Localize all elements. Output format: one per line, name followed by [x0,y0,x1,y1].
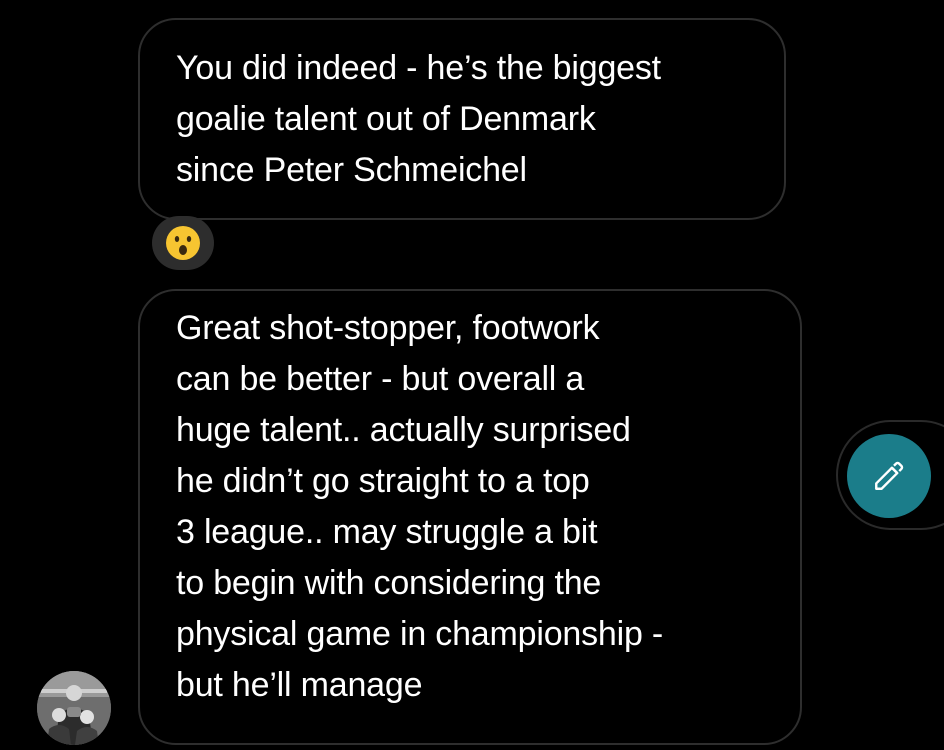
message-text-line: huge talent.. actually surprised [176,411,631,449]
message-text-line: 3 league.. may struggle a bit [176,513,598,551]
sender-avatar-photo [37,671,111,745]
message-bubble[interactable]: Great shot-stopper, footwork can be bett… [138,289,802,745]
message-text-line: to begin with considering the [176,564,602,602]
surprised-face-emoji-icon [166,226,200,260]
message-bubble[interactable]: You did indeed - he’s the biggest goalie… [138,18,786,220]
message-reaction[interactable] [152,216,214,270]
message-text-line: goalie talent out of Denmark [176,100,596,138]
compose-button[interactable] [847,434,931,518]
message-text-line: since Peter Schmeichel [176,151,527,189]
message-text-line: but he’ll manage [176,666,423,704]
sender-avatar[interactable] [37,671,111,745]
conversation-screen: You did indeed - he’s the biggest goalie… [0,0,944,750]
message-text-line: physical game in championship - [176,615,664,653]
message-text-line: he didn’t go straight to a top [176,462,590,500]
message-text-line: Great shot-stopper, footwork [176,309,600,347]
message-text-line: You did indeed - he’s the biggest [176,49,661,87]
pencil-icon [875,461,904,490]
message-text-line: can be better - but overall a [176,360,585,398]
